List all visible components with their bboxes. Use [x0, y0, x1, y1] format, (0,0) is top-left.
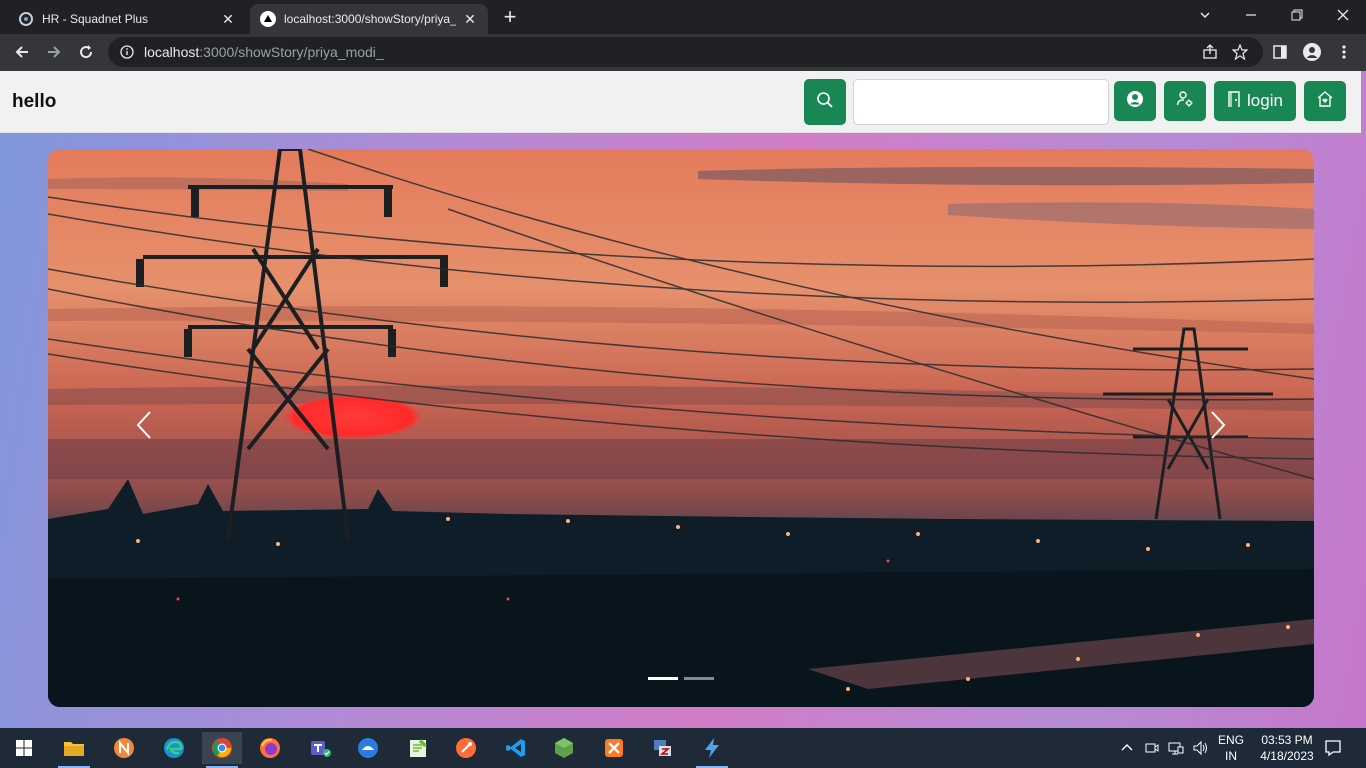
region-code: IN [1225, 749, 1237, 763]
postman-icon[interactable] [446, 732, 486, 764]
forward-arrow-icon[interactable] [40, 38, 68, 66]
search-input[interactable] [853, 79, 1109, 125]
carousel-image-sunset-power-lines [48, 149, 1314, 707]
chrome-browser-icon[interactable] [202, 732, 242, 768]
tab-title: HR - Squadnet Plus [42, 12, 149, 26]
address-bar[interactable]: localhost:3000/showStory/priya_modi_ [108, 37, 1263, 67]
house-heart-icon [1316, 90, 1334, 113]
show-hidden-icons-icon[interactable] [1120, 728, 1134, 768]
chevron-left-icon [135, 410, 153, 445]
profile-avatar-icon[interactable] [1302, 42, 1322, 62]
share-icon[interactable] [1200, 42, 1220, 62]
teams-icon[interactable] [300, 732, 340, 764]
squadnet-icon [18, 11, 34, 27]
user-settings-button[interactable] [1164, 81, 1206, 121]
url-path: :3000/showStory/priya_modi_ [199, 44, 384, 60]
language-indicator[interactable]: ENG IN [1216, 732, 1246, 764]
clock-time: 03:53 PM [1261, 733, 1313, 747]
vscode-icon[interactable] [496, 732, 536, 764]
system-clock[interactable]: 03:53 PM 4/18/2023 [1254, 732, 1320, 764]
carousel-indicators [648, 677, 714, 680]
close-window-icon[interactable] [1320, 0, 1366, 30]
minimize-icon[interactable] [1228, 0, 1274, 30]
page-content: hello login [0, 71, 1366, 728]
tab-search-chevron-icon[interactable] [1182, 0, 1228, 30]
more-menu-icon[interactable] [1334, 42, 1354, 62]
close-tab-icon[interactable]: ✕ [220, 11, 236, 27]
vercel-triangle-icon [260, 11, 276, 27]
reload-icon[interactable] [72, 38, 100, 66]
tab-squadnet[interactable]: HR - Squadnet Plus ✕ [8, 4, 246, 34]
tab-title: localhost:3000/showStory/priya_m [284, 12, 456, 26]
top-navbar: hello login [0, 71, 1361, 133]
windows-taskbar: ENG IN 03:53 PM 4/18/2023 [0, 728, 1366, 768]
node-icon[interactable] [544, 732, 584, 764]
notification-center-icon[interactable] [1324, 728, 1342, 768]
language-code: ENG [1217, 733, 1244, 747]
network-icon[interactable] [1168, 728, 1184, 768]
bolt-app-icon[interactable] [692, 732, 732, 768]
search-icon [816, 91, 834, 114]
side-panel-icon[interactable] [1270, 42, 1290, 62]
story-carousel [48, 149, 1314, 707]
user-circle-icon [1126, 90, 1144, 113]
brand-title[interactable]: hello [12, 91, 56, 113]
door-icon [1227, 90, 1241, 113]
xampp-icon[interactable] [594, 732, 634, 764]
url-host: localhost [144, 44, 200, 60]
site-info-icon[interactable] [120, 45, 134, 59]
blue-app-icon[interactable] [348, 732, 388, 764]
file-explorer-icon[interactable] [54, 732, 94, 768]
edge-browser-icon[interactable] [154, 732, 194, 764]
home-button[interactable] [1304, 81, 1346, 121]
browser-toolbar: localhost:3000/showStory/priya_modi_ [0, 34, 1366, 71]
filezilla-icon[interactable] [642, 732, 682, 764]
login-button[interactable]: login [1214, 81, 1296, 121]
app-n-icon[interactable] [104, 732, 144, 764]
clock-date: 4/18/2023 [1260, 749, 1314, 763]
carousel-next-button[interactable] [1198, 407, 1238, 447]
close-tab-icon[interactable]: ✕ [462, 11, 478, 27]
user-gear-icon [1176, 90, 1194, 113]
back-arrow-icon[interactable] [8, 38, 36, 66]
search-button[interactable] [804, 79, 846, 125]
carousel-indicator-2[interactable] [684, 677, 714, 680]
login-label: login [1247, 91, 1283, 110]
browser-tab-strip: HR - Squadnet Plus ✕ localhost:3000/show… [0, 0, 1366, 34]
firefox-icon[interactable] [250, 732, 290, 764]
volume-icon[interactable] [1192, 728, 1208, 768]
chevron-right-icon [1209, 410, 1227, 445]
carousel-indicator-1[interactable] [648, 677, 678, 680]
notepad-plus-plus-icon[interactable] [398, 732, 438, 764]
meet-camera-icon[interactable] [1144, 728, 1160, 768]
restore-icon[interactable] [1274, 0, 1320, 30]
carousel-prev-button[interactable] [124, 407, 164, 447]
profile-button[interactable] [1114, 81, 1156, 121]
start-windows-icon[interactable] [4, 732, 44, 764]
tab-localhost[interactable]: localhost:3000/showStory/priya_m ✕ [250, 4, 488, 34]
bookmark-star-icon[interactable] [1230, 42, 1250, 62]
new-tab-button[interactable]: + [498, 6, 522, 30]
